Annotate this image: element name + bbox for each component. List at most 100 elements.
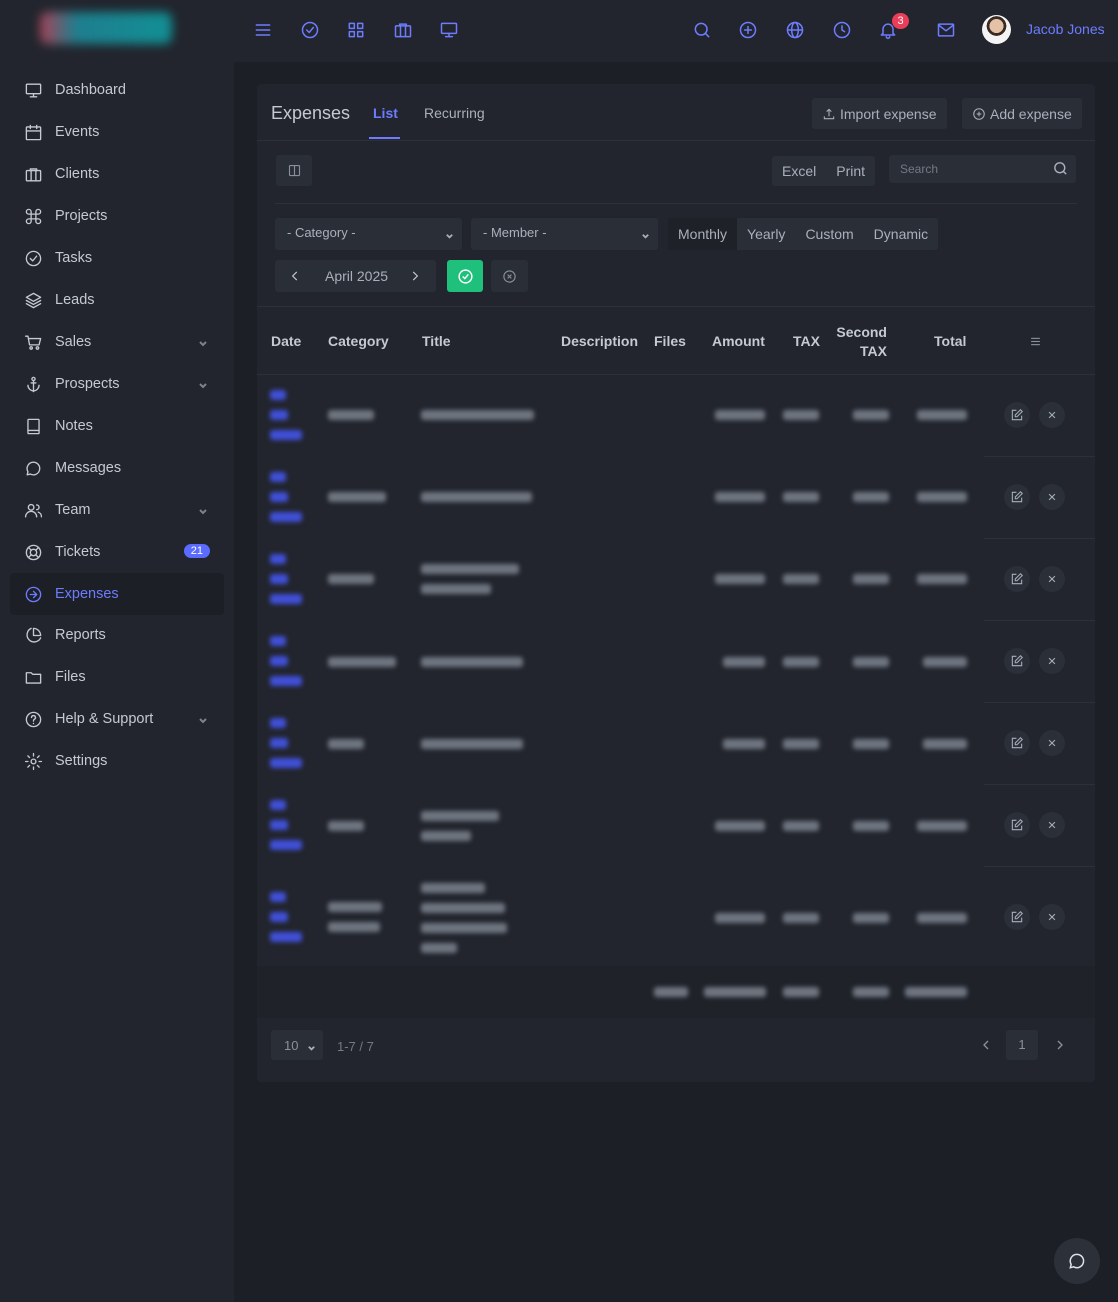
date-cell[interactable] — [270, 932, 302, 942]
clock-icon[interactable] — [830, 18, 854, 42]
sidebar-item-expenses[interactable]: Expenses — [10, 573, 224, 615]
check-circle-icon[interactable] — [298, 18, 322, 42]
date-cell[interactable] — [270, 636, 286, 646]
edit-icon[interactable] — [1004, 566, 1030, 592]
column-header-second-tax[interactable]: Second TAX — [831, 323, 887, 361]
sidebar-item-messages[interactable]: Messages — [10, 447, 224, 489]
sidebar-item-team[interactable]: Team — [10, 489, 224, 531]
date-cell[interactable] — [270, 912, 288, 922]
mail-icon[interactable] — [934, 18, 958, 42]
briefcase-icon[interactable] — [391, 18, 415, 42]
date-cell[interactable] — [270, 554, 286, 564]
close-icon[interactable] — [1039, 730, 1065, 756]
globe-icon[interactable] — [783, 18, 807, 42]
sidebar-item-files[interactable]: Files — [10, 656, 224, 698]
close-icon[interactable] — [1039, 566, 1065, 592]
date-cell[interactable] — [270, 718, 286, 728]
search-icon[interactable] — [1052, 160, 1069, 177]
sidebar-item-leads[interactable]: Leads — [10, 279, 224, 321]
monitor-icon[interactable] — [437, 18, 461, 42]
date-cell[interactable] — [270, 512, 302, 522]
chat-button[interactable] — [1054, 1238, 1100, 1284]
column-header-date[interactable]: Date — [271, 333, 301, 349]
close-icon[interactable] — [1039, 402, 1065, 428]
edit-icon[interactable] — [1004, 730, 1030, 756]
period-monthly-button[interactable]: Monthly — [668, 218, 738, 250]
print-button[interactable]: Print — [826, 163, 875, 179]
edit-icon[interactable] — [1004, 904, 1030, 930]
period-yearly-button[interactable]: Yearly — [737, 226, 795, 242]
sidebar-item-prospects[interactable]: Prospects — [10, 363, 224, 405]
column-header-title[interactable]: Title — [422, 333, 451, 349]
close-icon[interactable] — [1039, 648, 1065, 674]
sidebar-item-tickets[interactable]: Tickets 21 — [10, 531, 224, 573]
search-input[interactable]: Search — [889, 155, 1076, 183]
sidebar-item-settings[interactable]: Settings — [10, 740, 224, 782]
sidebar-item-help-support[interactable]: Help & Support — [10, 698, 224, 740]
date-cell[interactable] — [270, 758, 302, 768]
date-cell[interactable] — [270, 656, 288, 666]
column-header-tax[interactable]: TAX — [793, 333, 820, 349]
column-header-files[interactable]: Files — [654, 333, 686, 349]
close-icon[interactable] — [1039, 812, 1065, 838]
tab-recurring[interactable]: Recurring — [424, 105, 485, 121]
date-cell[interactable] — [270, 430, 302, 440]
column-header-description[interactable]: Description — [561, 333, 638, 349]
column-header-total[interactable]: Total — [934, 333, 966, 349]
category-select[interactable]: - Category - — [275, 218, 462, 250]
sidebar-item-dashboard[interactable]: Dashboard — [10, 69, 224, 111]
date-cell[interactable] — [270, 574, 288, 584]
edit-icon[interactable] — [1004, 402, 1030, 428]
date-cell[interactable] — [270, 840, 302, 850]
chevron-right-icon[interactable] — [408, 269, 422, 283]
search-icon[interactable] — [690, 18, 714, 42]
column-header-amount[interactable]: Amount — [712, 333, 765, 349]
chevron-left-icon[interactable] — [288, 269, 302, 283]
sidebar-item-tasks[interactable]: Tasks — [10, 237, 224, 279]
date-cell[interactable] — [270, 492, 288, 502]
sidebar-item-projects[interactable]: Projects — [10, 195, 224, 237]
grid-icon[interactable] — [344, 18, 368, 42]
sidebar-item-reports[interactable]: Reports — [10, 614, 224, 656]
date-cell[interactable] — [270, 676, 302, 686]
avatar[interactable] — [982, 15, 1011, 44]
app-logo[interactable] — [40, 12, 172, 44]
date-cell[interactable] — [270, 738, 288, 748]
column-toggle-button[interactable] — [276, 155, 312, 186]
plus-circle-icon[interactable] — [736, 18, 760, 42]
edit-icon[interactable] — [1004, 484, 1030, 510]
date-cell[interactable] — [270, 820, 288, 830]
date-cell[interactable] — [270, 800, 286, 810]
page-size-select[interactable]: 10 — [271, 1030, 323, 1060]
chevron-right-icon[interactable] — [1052, 1037, 1068, 1053]
edit-icon[interactable] — [1004, 648, 1030, 674]
clear-filter-button[interactable] — [491, 260, 528, 292]
sidebar-item-label: Leads — [55, 292, 95, 308]
date-cell[interactable] — [270, 410, 288, 420]
import-expense-button[interactable]: Import expense — [812, 98, 947, 129]
menu-icon[interactable] — [251, 18, 275, 42]
user-name[interactable]: Jacob Jones — [1026, 21, 1105, 37]
column-menu-button[interactable] — [1022, 330, 1048, 352]
sidebar-item-clients[interactable]: Clients — [10, 153, 224, 195]
close-icon[interactable] — [1039, 484, 1065, 510]
date-cell[interactable] — [270, 594, 302, 604]
page-1-button[interactable]: 1 — [1006, 1030, 1038, 1060]
member-select[interactable]: - Member - — [471, 218, 658, 250]
period-custom-button[interactable]: Custom — [795, 226, 863, 242]
sidebar-item-notes[interactable]: Notes — [10, 405, 224, 447]
sidebar-item-sales[interactable]: Sales — [10, 321, 224, 363]
excel-button[interactable]: Excel — [772, 163, 826, 179]
period-dynamic-button[interactable]: Dynamic — [864, 226, 938, 242]
edit-icon[interactable] — [1004, 812, 1030, 838]
chevron-left-icon[interactable] — [978, 1037, 994, 1053]
close-icon[interactable] — [1039, 904, 1065, 930]
add-expense-button[interactable]: Add expense — [962, 98, 1082, 129]
column-header-category[interactable]: Category — [328, 333, 389, 349]
sidebar-item-events[interactable]: Events — [10, 111, 224, 153]
date-cell[interactable] — [270, 390, 286, 400]
date-cell[interactable] — [270, 472, 286, 482]
tab-list[interactable]: List — [373, 105, 398, 121]
apply-filter-button[interactable] — [447, 260, 483, 292]
date-cell[interactable] — [270, 892, 286, 902]
